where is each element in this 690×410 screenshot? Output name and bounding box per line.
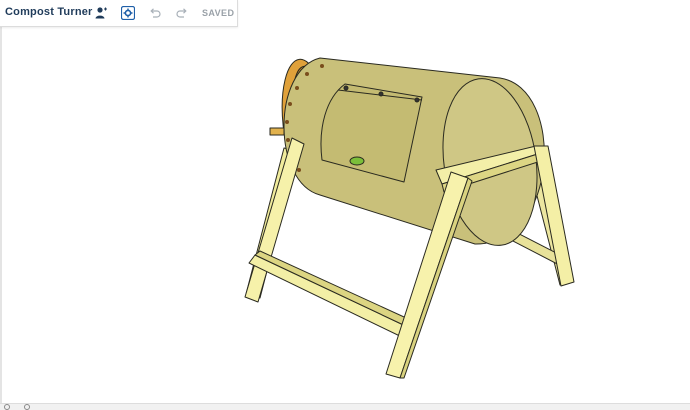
door-bolt	[378, 91, 384, 97]
door-handle[interactable]	[349, 156, 365, 166]
gear-icon	[121, 6, 135, 20]
redo-button[interactable]	[173, 4, 191, 22]
undo-button[interactable]	[146, 4, 164, 22]
front-cross-brace-side	[254, 250, 416, 330]
model-viewport[interactable]	[2, 27, 690, 403]
save-status: SAVED	[202, 8, 235, 18]
front-cross-brace[interactable]	[248, 254, 413, 340]
document-title: Compost Turner	[5, 6, 93, 18]
back-right-leg-front[interactable]	[533, 145, 575, 287]
door-bolt	[343, 85, 349, 91]
door-bolt	[414, 97, 420, 103]
status-icon[interactable]	[24, 404, 30, 410]
undo-icon	[150, 8, 161, 18]
user-plus-icon	[95, 7, 107, 19]
share-user-button[interactable]	[92, 4, 110, 22]
top-toolbar: Compost Turner SAVED	[0, 0, 238, 27]
axle-stub[interactable]	[269, 127, 285, 136]
redo-icon	[176, 8, 187, 18]
status-icon[interactable]	[4, 404, 10, 410]
settings-button[interactable]	[119, 4, 137, 22]
